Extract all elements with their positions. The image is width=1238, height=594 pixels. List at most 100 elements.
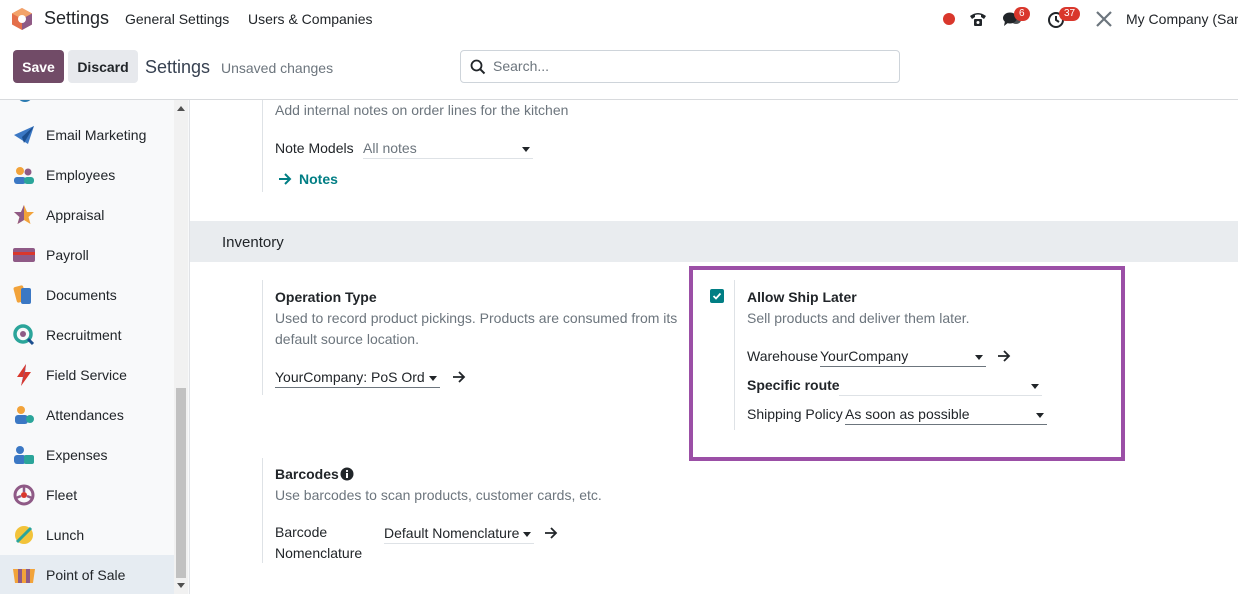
unsaved-status: Unsaved changes	[221, 60, 334, 76]
setting-divider	[734, 280, 735, 430]
sidebar-item-payroll[interactable]: Payroll	[0, 235, 174, 275]
note-models-select[interactable]: All notes	[363, 139, 533, 159]
odoo-settings-logo-icon[interactable]	[11, 7, 33, 31]
note-models-value: All notes	[363, 140, 417, 156]
search-icon	[470, 59, 486, 75]
warehouse-internal-link-arrow-icon[interactable]	[997, 349, 1011, 363]
specific-route-select[interactable]	[839, 376, 1042, 396]
warehouse-value: YourCompany	[820, 348, 909, 364]
fleet-icon	[13, 484, 35, 506]
sidebar-item-recruitment[interactable]: Recruitment	[0, 315, 174, 355]
control-panel: Save Discard Settings Unsaved changes	[0, 39, 1238, 100]
company-switcher[interactable]: My Company (San	[1126, 11, 1238, 27]
arrow-right-icon	[279, 173, 292, 185]
sidebar-item-label: Appraisal	[46, 207, 105, 223]
messages-badge: 6	[1014, 7, 1030, 21]
sidebar-item-email-marketing[interactable]: Email Marketing	[0, 115, 174, 155]
page-title: Settings	[145, 57, 211, 77]
shipping-policy-select[interactable]: As soon as possible	[845, 405, 1047, 425]
sidebar-item-label: Lunch	[46, 527, 85, 543]
expenses-icon	[14, 446, 34, 464]
operation-type-description-line2: default source location.	[275, 331, 419, 347]
sidebar-item-appraisal[interactable]: Appraisal	[0, 195, 174, 235]
setting-divider	[262, 458, 263, 563]
appraisal-icon	[14, 205, 34, 224]
operation-type-description-line1: Used to record product pickings. Product…	[275, 310, 678, 326]
sidebar-item-label: Attendances	[46, 407, 124, 423]
discard-button[interactable]: Discard	[68, 50, 138, 83]
sidebar-item-label: Payroll	[46, 247, 89, 263]
kitchen-notes-description: Add internal notes on order lines for th…	[275, 102, 569, 118]
sidebar-item-label: Point of Sale	[46, 567, 126, 583]
barcode-nomenclature-value: Default Nomenclature	[384, 525, 520, 541]
sidebar-item-label: Field Service	[46, 367, 127, 383]
notes-link[interactable]: Notes	[278, 171, 338, 187]
sidebar-item-label: Fleet	[46, 487, 78, 503]
app-title[interactable]: Settings	[44, 8, 109, 29]
sidebar-item-field-service[interactable]: Field Service	[0, 355, 174, 395]
employees-icon	[14, 167, 34, 184]
sidebar-item-label: Expenses	[46, 447, 108, 463]
warehouse-label: Warehouse	[747, 348, 819, 364]
shipping-policy-value: As soon as possible	[845, 406, 970, 422]
operation-type-value: YourCompany: PoS Orders	[275, 369, 440, 385]
chevron-down-icon	[429, 376, 437, 381]
setting-divider	[262, 280, 263, 395]
barcodes-title: Barcodes	[275, 466, 339, 482]
operation-type-select[interactable]: YourCompany: PoS Orders	[275, 368, 440, 388]
chevron-down-icon	[522, 147, 530, 152]
sidebar-item-label: Recruitment	[46, 327, 122, 343]
chevron-down-icon	[975, 355, 983, 360]
scroll-up-arrow-icon[interactable]	[176, 104, 186, 114]
setting-divider	[262, 100, 263, 192]
search-box[interactable]	[460, 50, 900, 83]
activities-badge: 37	[1059, 7, 1081, 21]
menu-users-companies[interactable]: Users & Companies	[248, 11, 373, 27]
note-models-label: Note Models	[275, 140, 354, 156]
settings-app-sidebar: Email Marketing Employees Appraisal Payr…	[0, 100, 190, 594]
sidebar-item-expenses[interactable]: Expenses	[0, 435, 174, 475]
search-input[interactable]	[493, 58, 873, 74]
checkmark-icon	[712, 292, 722, 300]
email-marketing-icon	[14, 126, 34, 144]
top-navbar: Settings General Settings Users & Compan…	[0, 0, 1238, 39]
chevron-down-icon	[1031, 384, 1039, 389]
sidebar-item-label: Employees	[46, 167, 116, 183]
payroll-icon	[13, 248, 35, 262]
sidebar-item-lunch[interactable]: Lunch	[0, 515, 174, 555]
allow-ship-later-title: Allow Ship Later	[747, 289, 857, 305]
inventory-section-title: Inventory	[222, 234, 284, 251]
chevron-down-icon	[1036, 413, 1044, 418]
sidebar-scroll-thumb[interactable]	[176, 388, 186, 578]
sidebar-item-attendances[interactable]: Attendances	[0, 395, 174, 435]
lunch-icon	[15, 526, 33, 544]
documents-icon	[13, 285, 31, 304]
specific-route-label: Specific route	[747, 377, 840, 393]
debug-tools-icon[interactable]	[1094, 10, 1114, 28]
sidebar-item-employees[interactable]: Employees	[0, 155, 174, 195]
sidebar-item-documents[interactable]: Documents	[0, 275, 174, 315]
inventory-section-header	[190, 221, 1238, 262]
info-circle-icon[interactable]	[340, 467, 354, 481]
menu-general-settings[interactable]: General Settings	[125, 11, 229, 27]
barcode-nomenclature-label-line2: Nomenclature	[275, 545, 363, 561]
attendances-icon	[15, 406, 34, 424]
operation-type-internal-link-arrow-icon[interactable]	[452, 370, 466, 384]
barcodes-description: Use barcodes to scan products, customer …	[275, 487, 602, 503]
point-of-sale-icon	[13, 569, 35, 583]
sidebar-item-label: Email Marketing	[46, 127, 147, 143]
save-button[interactable]: Save	[13, 50, 64, 83]
scroll-down-arrow-icon[interactable]	[176, 580, 186, 590]
recruitment-icon	[13, 324, 35, 346]
phone-icon[interactable]	[968, 10, 988, 28]
sidebar-item-fleet[interactable]: Fleet	[0, 475, 174, 515]
barcode-nomenclature-internal-link-arrow-icon[interactable]	[544, 526, 558, 540]
shipping-policy-label: Shipping Policy	[747, 406, 843, 422]
chevron-down-icon	[523, 532, 531, 537]
operation-type-title: Operation Type	[275, 289, 377, 305]
sidebar-item-point-of-sale[interactable]: Point of Sale	[0, 555, 174, 594]
allow-ship-later-checkbox[interactable]	[710, 289, 724, 303]
recording-indicator-icon[interactable]	[943, 13, 955, 25]
barcode-nomenclature-select[interactable]: Default Nomenclature	[384, 524, 534, 544]
warehouse-select[interactable]: YourCompany	[820, 347, 986, 367]
